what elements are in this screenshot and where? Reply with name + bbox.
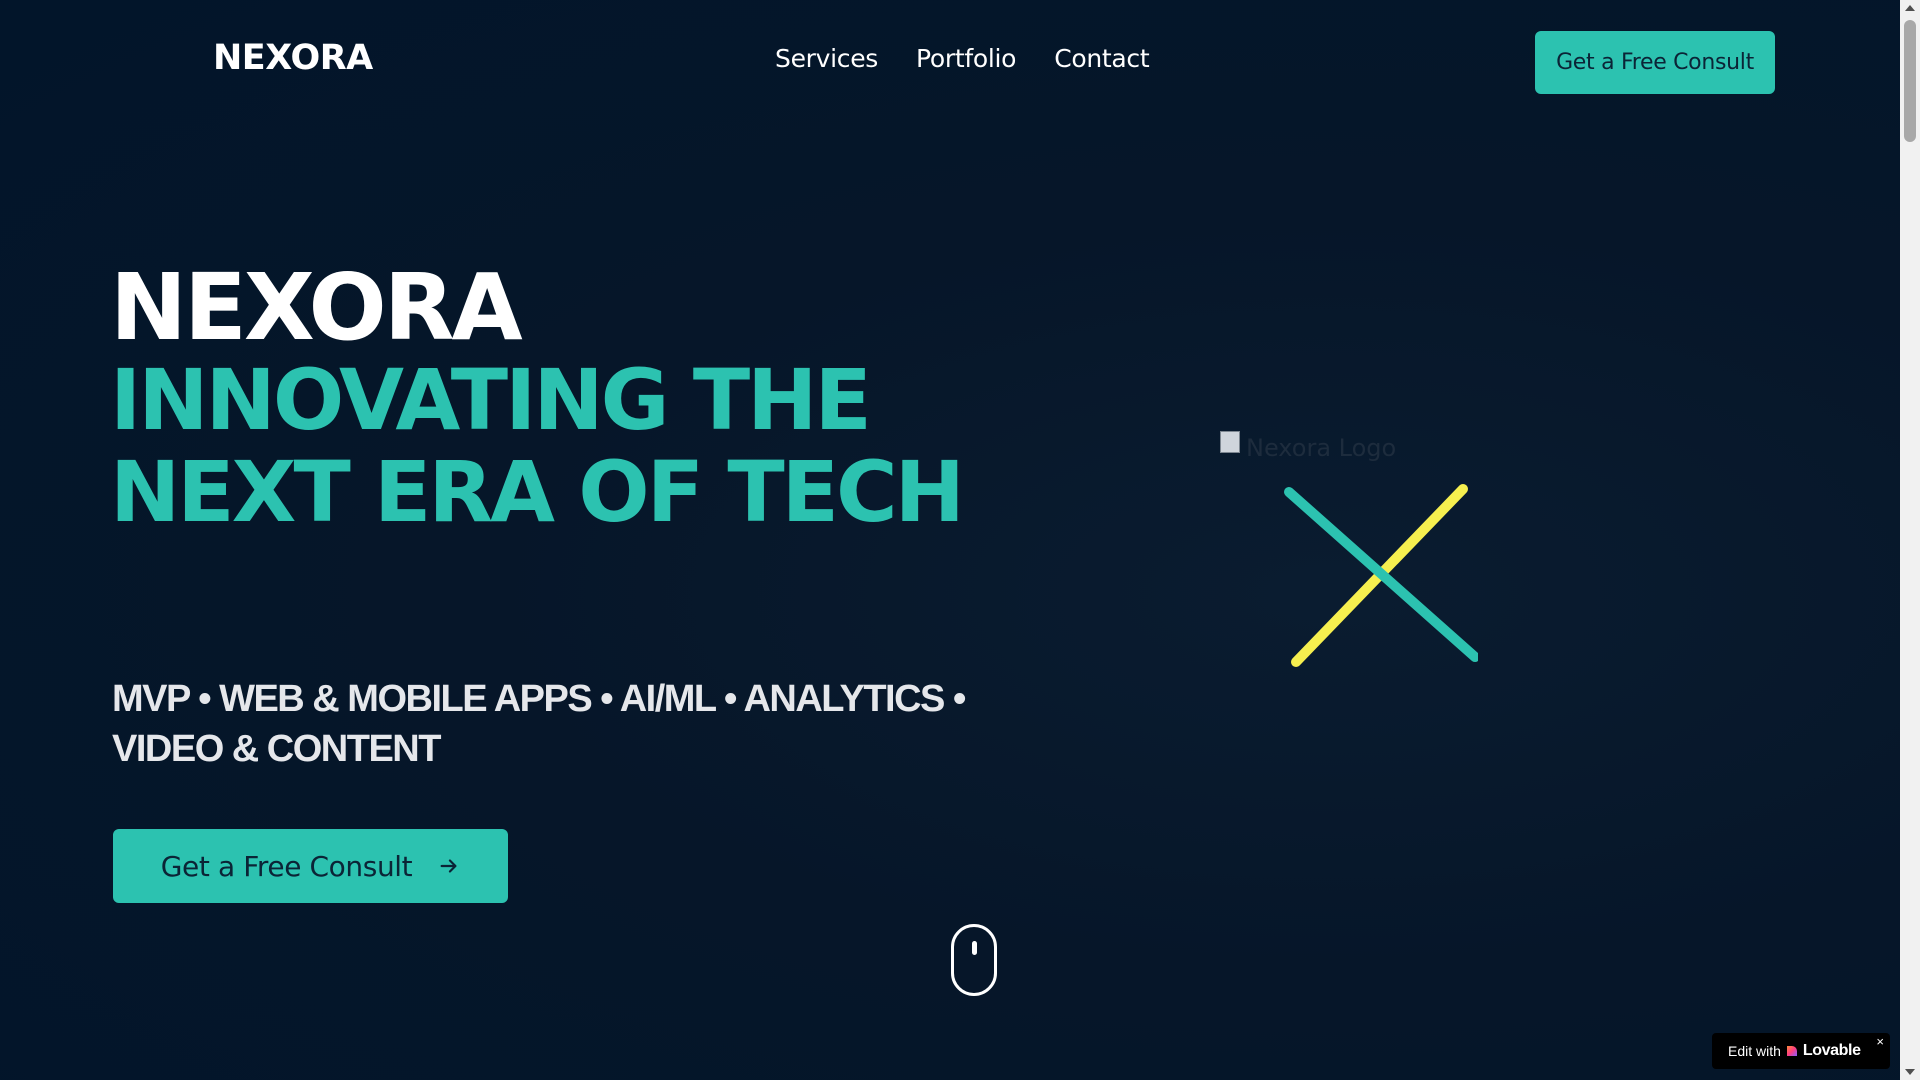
hero-consult-button-label: Get a Free Consult: [160, 849, 413, 883]
edit-with-lovable-badge[interactable]: Edit with Lovable ×: [1712, 1033, 1890, 1069]
hero-title: NEXORA INNOVATING THE NEXT ERA OF TECH: [110, 254, 990, 541]
hero-services-list: MVP • WEB & MOBILE APPS • AI/ML • ANALYT…: [112, 678, 966, 770]
broken-image-icon: [1220, 431, 1240, 453]
page: NEXORA Services Portfolio Contact Get a …: [0, 0, 1900, 1080]
nav-link-services[interactable]: Services: [775, 44, 878, 73]
x-logo-teal-stroke: [1284, 487, 1478, 662]
header-consult-button[interactable]: Get a Free Consult: [1535, 31, 1775, 94]
brand-logo[interactable]: NEXORA: [213, 38, 373, 78]
vertical-scrollbar[interactable]: [1900, 0, 1920, 1080]
mouse-scroll-icon[interactable]: [951, 924, 997, 996]
lovable-heart-icon: [1786, 1046, 1797, 1056]
broken-image: Nexora Logo: [1220, 431, 1397, 462]
badge-brand: Lovable: [1802, 1042, 1861, 1059]
hero-title-brand: NEXORA: [110, 254, 523, 361]
nav-link-contact[interactable]: Contact: [1054, 44, 1149, 73]
scroll-down-icon[interactable]: [1905, 1069, 1915, 1075]
x-logo-graphic: [1284, 484, 1478, 667]
arrow-right-icon: [440, 859, 457, 873]
nav-link-portfolio[interactable]: Portfolio: [916, 44, 1016, 73]
scroll-thumb[interactable]: [1904, 20, 1916, 142]
scroll-up-icon[interactable]: [1905, 5, 1915, 11]
logo-alt-text: Nexora Logo: [1246, 434, 1397, 462]
hero-logo: Nexora Logo: [1220, 431, 1500, 674]
main-nav: Services Portfolio Contact: [775, 44, 1150, 73]
mouse-wheel: [972, 941, 977, 955]
close-icon[interactable]: ×: [1876, 1034, 1884, 1049]
hero-consult-button[interactable]: Get a Free Consult: [113, 829, 508, 903]
badge-prefix: Edit with: [1728, 1043, 1781, 1059]
hero-title-tagline: INNOVATING THE NEXT ERA OF TECH: [110, 351, 965, 541]
site-header: NEXORA Services Portfolio Contact Get a …: [0, 0, 1900, 126]
